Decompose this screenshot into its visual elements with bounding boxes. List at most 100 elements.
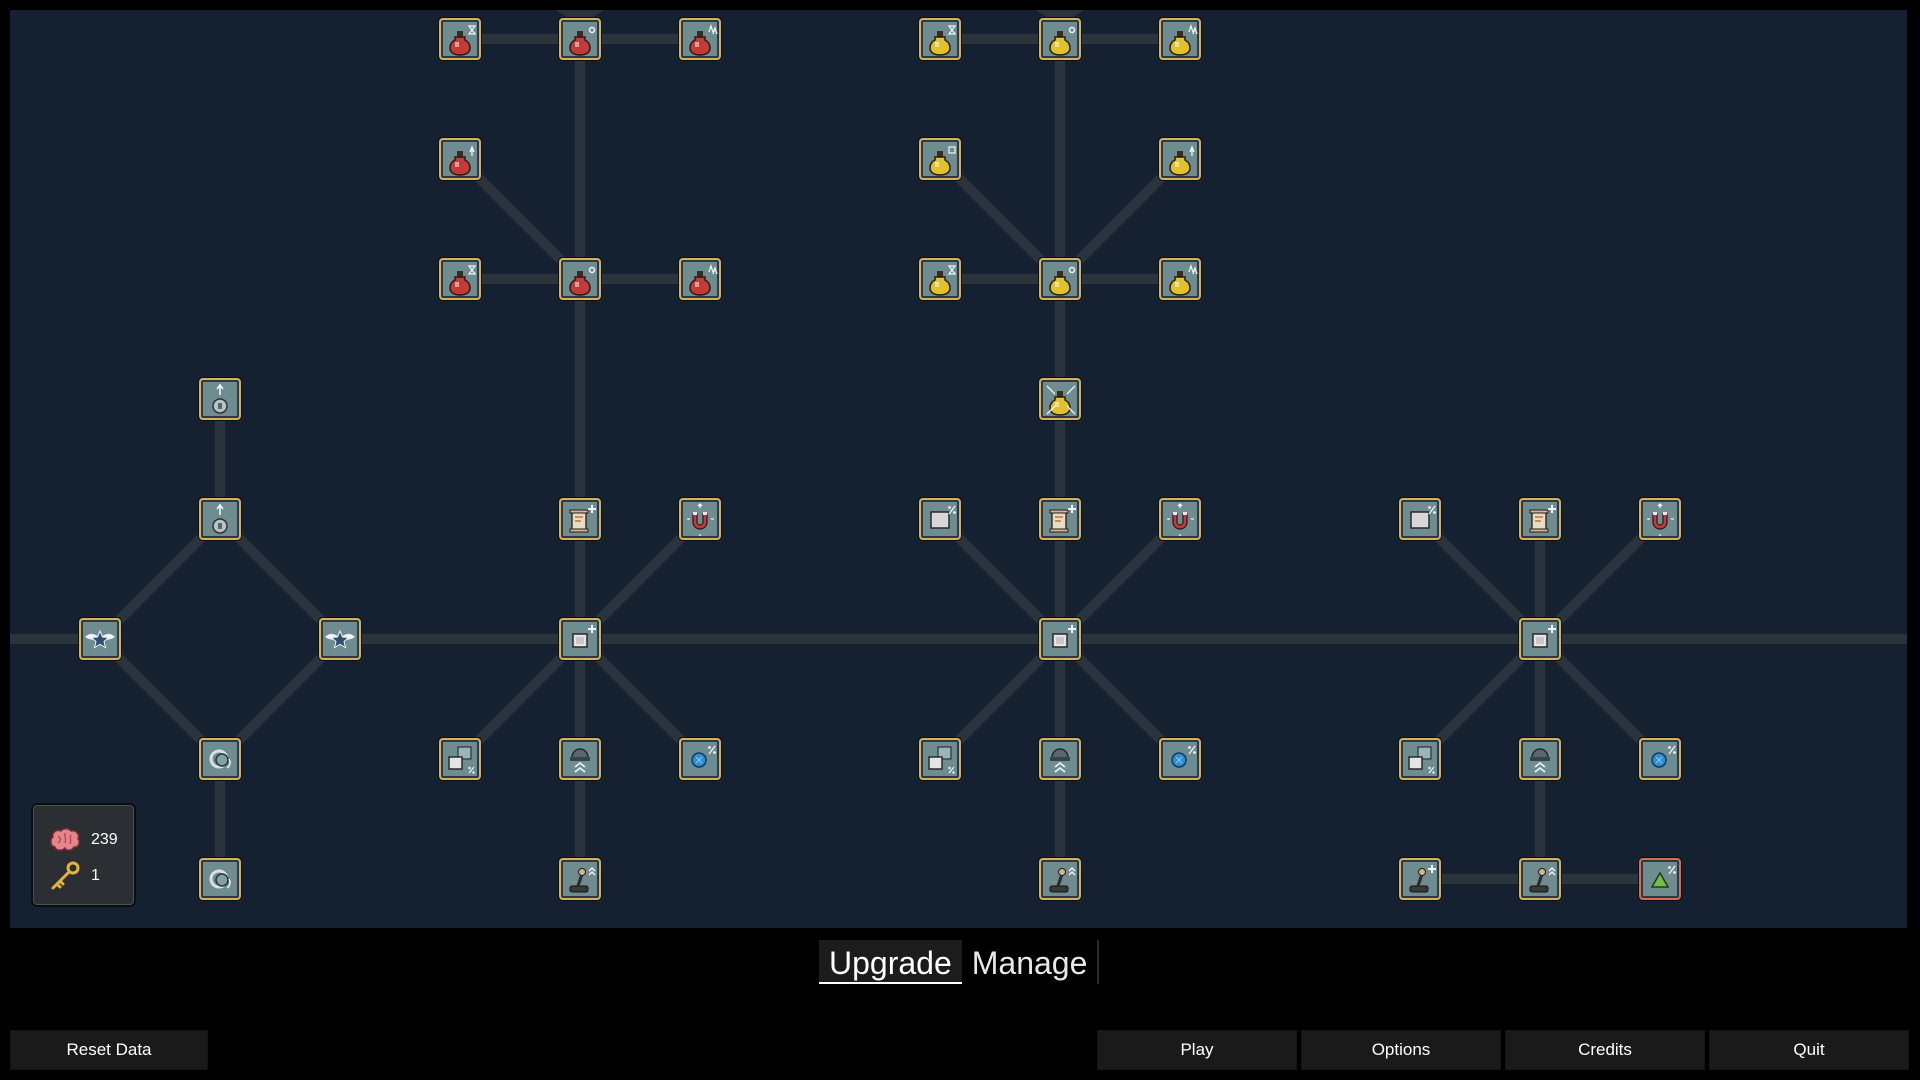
upgrade-node-boxes-percent[interactable] (919, 738, 961, 780)
upgrade-node-potion-red-arrows[interactable] (679, 18, 721, 60)
credits-button[interactable]: Credits (1505, 1030, 1705, 1070)
upgrade-node-joystick-plus[interactable] (1399, 858, 1441, 900)
upgrade-node-potion-yellow-up[interactable] (1159, 138, 1201, 180)
gem-percent-icon (1651, 745, 1676, 768)
key-counter: 1 (49, 861, 100, 891)
orbit-icon (209, 749, 231, 769)
brain-icon (50, 828, 80, 851)
scroll-plus-icon (1529, 505, 1556, 533)
magnet-icon (1647, 503, 1674, 536)
upgrade-node-box-plus[interactable] (559, 618, 601, 660)
boxes-percent-icon (1408, 746, 1435, 774)
upgrade-node-winged-star[interactable] (79, 618, 121, 660)
potion-red-arrows-icon (689, 23, 718, 56)
upgrade-node-magnet[interactable] (1639, 498, 1681, 540)
upgrade-node-gem-percent[interactable] (679, 738, 721, 780)
key-icon (51, 861, 80, 890)
potion-yellow-square-icon (929, 146, 956, 176)
coin-up-icon (212, 383, 228, 414)
upgrade-node-potion-red-gear[interactable] (559, 18, 601, 60)
quit-button[interactable]: Quit (1709, 1030, 1909, 1070)
upgrade-node-potion-red-hourglass[interactable] (439, 258, 481, 300)
upgrade-node-joystick-up[interactable] (1519, 858, 1561, 900)
box-plus-icon (1052, 625, 1076, 648)
upgrade-node-orbit[interactable] (199, 858, 241, 900)
box-percent-icon (1410, 505, 1436, 529)
scroll-plus-icon (569, 505, 596, 533)
potion-red-up-icon (449, 145, 475, 176)
turret-up-icon (570, 748, 590, 773)
joystick-plus-icon (1409, 865, 1436, 893)
box-percent-icon (930, 505, 956, 529)
upgrade-node-magnet[interactable] (1159, 498, 1201, 540)
tab-bar: Upgrade Manage (819, 940, 1100, 990)
upgrade-node-potion-red-arrows[interactable] (679, 258, 721, 300)
potion-red-hourglass-icon (449, 25, 477, 56)
reset-data-button[interactable]: Reset Data (10, 1030, 208, 1070)
magnet-icon (687, 503, 714, 536)
potion-red-hourglass-icon (449, 265, 477, 296)
magnet-icon (1167, 503, 1194, 536)
joystick-up-icon (1049, 866, 1076, 893)
potion-yellow-arrows-icon (1169, 23, 1198, 56)
gem-percent-icon (691, 745, 716, 768)
options-button[interactable]: Options (1301, 1030, 1501, 1070)
box-plus-icon (1532, 625, 1556, 648)
gem-percent-icon (1171, 745, 1196, 768)
upgrade-node-turret-up[interactable] (1519, 738, 1561, 780)
upgrade-node-potion-yellow-square[interactable] (919, 138, 961, 180)
turret-up-icon (1050, 748, 1070, 773)
joystick-up-icon (1529, 866, 1556, 893)
box-plus-icon (572, 625, 596, 648)
upgrade-node-box-plus[interactable] (1039, 618, 1081, 660)
potion-yellow-burst-icon (1046, 385, 1076, 416)
upgrade-node-potion-yellow-gear[interactable] (1039, 258, 1081, 300)
upgrade-node-box-percent[interactable] (1399, 498, 1441, 540)
upgrade-node-potion-yellow-gear[interactable] (1039, 18, 1081, 60)
boxes-percent-icon (928, 746, 955, 774)
upgrade-node-turret-up[interactable] (559, 738, 601, 780)
upgrade-node-boxes-percent[interactable] (439, 738, 481, 780)
potion-yellow-arrows-icon (1169, 263, 1198, 296)
scroll-plus-icon (1049, 505, 1076, 533)
upgrade-node-boxes-percent[interactable] (1399, 738, 1441, 780)
upgrade-node-turret-up[interactable] (1039, 738, 1081, 780)
upgrade-node-potion-red-up[interactable] (439, 138, 481, 180)
upgrade-node-potion-yellow-arrows[interactable] (1159, 18, 1201, 60)
upgrade-node-potion-red-hourglass[interactable] (439, 18, 481, 60)
upgrade-node-joystick-up[interactable] (559, 858, 601, 900)
potion-yellow-gear-icon (1049, 26, 1076, 56)
potion-yellow-gear-icon (1049, 266, 1076, 296)
tab-upgrade[interactable]: Upgrade (819, 940, 962, 984)
upgrade-node-coin-up[interactable] (199, 378, 241, 420)
upgrade-node-potion-yellow-hourglass[interactable] (919, 258, 961, 300)
potion-red-gear-icon (569, 26, 596, 56)
play-button[interactable]: Play (1097, 1030, 1297, 1070)
upgrade-node-box-percent[interactable] (919, 498, 961, 540)
coin-up-icon (212, 503, 228, 534)
upgrade-node-gem-percent[interactable] (1639, 738, 1681, 780)
upgrade-node-box-plus[interactable] (1519, 618, 1561, 660)
triangle-percent-icon (1650, 865, 1676, 888)
upgrade-node-potion-yellow-hourglass[interactable] (919, 18, 961, 60)
upgrade-node-joystick-up[interactable] (1039, 858, 1081, 900)
upgrade-node-potion-red-gear[interactable] (559, 258, 601, 300)
upgrade-node-orbit[interactable] (199, 738, 241, 780)
key-count: 1 (91, 867, 100, 884)
upgrade-node-potion-yellow-arrows[interactable] (1159, 258, 1201, 300)
upgrade-node-gem-percent[interactable] (1159, 738, 1201, 780)
upgrade-node-winged-star[interactable] (319, 618, 361, 660)
potion-yellow-hourglass-icon (929, 25, 957, 56)
upgrade-tree-panel[interactable] (10, 10, 1907, 928)
upgrade-node-scroll-plus[interactable] (1039, 498, 1081, 540)
upgrade-node-triangle-percent[interactable] (1639, 858, 1681, 900)
tab-manage[interactable]: Manage (962, 940, 1100, 984)
upgrade-node-scroll-plus[interactable] (559, 498, 601, 540)
upgrade-node-scroll-plus[interactable] (1519, 498, 1561, 540)
upgrade-node-magnet[interactable] (679, 498, 721, 540)
orbit-icon (209, 869, 231, 889)
currency-panel: 239 1 (31, 803, 136, 907)
upgrade-node-coin-up[interactable] (199, 498, 241, 540)
brain-count: 239 (91, 831, 118, 848)
upgrade-node-potion-yellow-burst[interactable] (1039, 378, 1081, 420)
